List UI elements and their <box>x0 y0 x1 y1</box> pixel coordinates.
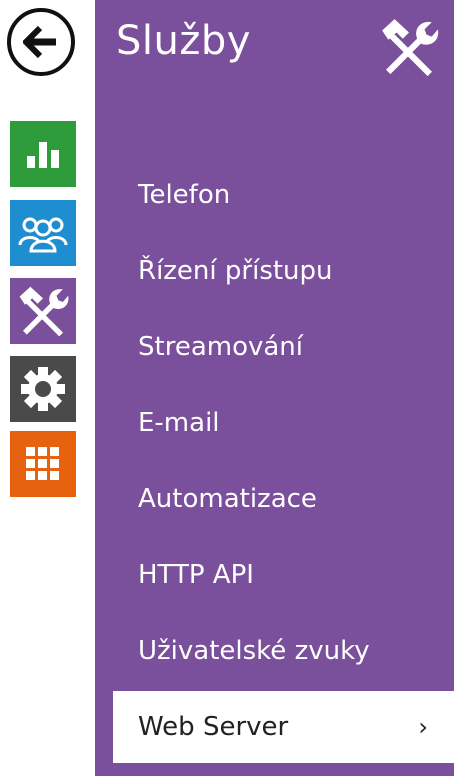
menu-item-web-server[interactable]: Web Server › <box>113 691 454 763</box>
tools-icon <box>382 19 439 77</box>
menu-item-label: E-mail <box>138 408 220 438</box>
menu-item-http-api[interactable]: HTTP API <box>113 537 454 613</box>
menu-item-label: Řízení přístupu <box>138 256 333 286</box>
nav-hardware-button[interactable] <box>10 356 76 422</box>
nav-services-button[interactable] <box>10 278 76 344</box>
menu-item-label: Uživatelské zvuky <box>138 636 370 666</box>
chevron-right-icon: › <box>418 713 428 741</box>
grid-icon <box>26 447 59 480</box>
gear-icon <box>21 367 65 411</box>
bar-chart-icon <box>27 142 59 168</box>
menu-item-access-control[interactable]: Řízení přístupu <box>113 233 454 309</box>
users-icon <box>18 217 68 253</box>
menu-item-email[interactable]: E-mail <box>113 385 454 461</box>
menu-item-label: Automatizace <box>138 484 317 514</box>
services-panel: Služby Telefon Řízení přístupu Streamová… <box>95 0 454 776</box>
arrow-left-icon <box>23 25 56 59</box>
nav-directory-button[interactable] <box>10 200 76 266</box>
menu-item-label: Telefon <box>138 180 231 210</box>
nav-system-button[interactable] <box>10 431 76 497</box>
menu-item-automation[interactable]: Automatizace <box>113 461 454 537</box>
menu-item-label: Web Server <box>138 712 289 742</box>
menu-item-telefon[interactable]: Telefon <box>113 157 454 233</box>
back-button[interactable] <box>7 8 75 76</box>
services-menu: Telefon Řízení přístupu Streamování E-ma… <box>113 157 454 763</box>
menu-item-label: Streamování <box>138 332 304 362</box>
menu-item-label: HTTP API <box>138 560 254 590</box>
tools-icon <box>19 286 69 337</box>
nav-status-button[interactable] <box>10 121 76 187</box>
menu-item-user-sounds[interactable]: Uživatelské zvuky <box>113 613 454 689</box>
menu-item-streaming[interactable]: Streamování <box>113 309 454 385</box>
page-title: Služby <box>116 18 251 64</box>
